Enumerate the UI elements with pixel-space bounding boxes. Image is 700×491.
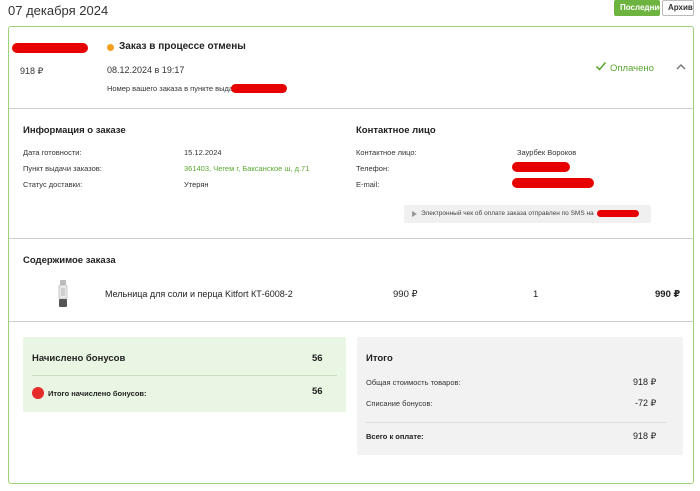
ready-date-label: Дата готовности: bbox=[23, 148, 82, 157]
redacted-order-number bbox=[12, 43, 88, 53]
goods-total-value: 918 ₽ bbox=[633, 377, 657, 387]
product-thumbnail[interactable] bbox=[56, 279, 70, 309]
product-price: 990 ₽ bbox=[393, 289, 418, 300]
pickup-point-link[interactable]: 361403, Чегем г, Баксанское ш, д.71 bbox=[184, 164, 309, 173]
phone-label: Телефон: bbox=[356, 164, 390, 173]
delivery-status-value: Утерян bbox=[184, 180, 209, 189]
delivery-status-label: Статус доставки: bbox=[23, 180, 83, 189]
bonus-panel: Начислено бонусов 56 Итого начислено бон… bbox=[23, 337, 346, 412]
tab-archive[interactable]: Архив bbox=[662, 0, 694, 16]
order-summary[interactable]: 918 ₽ Заказ в процессе отмены 08.12.2024… bbox=[9, 27, 693, 109]
order-info-section: Информация о заказе Дата готовности: 15.… bbox=[9, 110, 693, 239]
order-info-title: Информация о заказе bbox=[23, 125, 126, 136]
status-dot bbox=[107, 44, 114, 51]
order-card: 918 ₽ Заказ в процессе отмены 08.12.2024… bbox=[8, 26, 694, 484]
tab-recent[interactable]: Последние bbox=[614, 0, 664, 16]
redacted-pickup-number bbox=[231, 84, 287, 93]
order-datetime: 08.12.2024 в 19:17 bbox=[107, 65, 185, 75]
paid-status: Оплачено bbox=[610, 63, 654, 74]
bonus-total-label: Итого начислено бонусов: bbox=[48, 389, 147, 398]
pickup-point-label: Пункт выдачи заказов: bbox=[23, 164, 102, 173]
status-title: Заказ в процессе отмены bbox=[119, 41, 246, 52]
sms-receipt-text: Электронный чек об оплате заказа отправл… bbox=[421, 210, 594, 217]
date-header: 07 декабря 2024 bbox=[8, 3, 109, 18]
product-sum: 990 ₽ bbox=[655, 289, 681, 300]
bonus-writeoff-value: -72 ₽ bbox=[635, 398, 657, 408]
contact-person-value: Заурбек Вороков bbox=[517, 148, 577, 157]
order-contents-title: Содержимое заказа bbox=[23, 255, 116, 266]
email-label: E-mail: bbox=[356, 180, 380, 189]
pay-total-value: 918 ₽ bbox=[633, 431, 657, 441]
bonus-total-value: 56 bbox=[312, 386, 323, 397]
bonus-value: 56 bbox=[312, 353, 323, 364]
ready-date-value: 15.12.2024 bbox=[184, 148, 222, 157]
pay-total-label: Всего к оплате: bbox=[366, 432, 424, 441]
totals-panel: Итого Общая стоимость товаров: 918 ₽ Спи… bbox=[357, 337, 683, 455]
bonus-writeoff-label: Списание бонусов: bbox=[366, 399, 433, 408]
contact-title: Контактное лицо bbox=[356, 125, 436, 136]
divider bbox=[366, 422, 666, 423]
goods-total-label: Общая стоимость товаров: bbox=[366, 378, 461, 387]
redacted-email bbox=[512, 178, 594, 188]
product-name[interactable]: Мельница для соли и перца Kitfort КТ-600… bbox=[105, 289, 293, 299]
check-icon bbox=[595, 61, 607, 71]
pickup-number-label: Номер вашего заказа в пункте выдачи: bbox=[107, 84, 244, 93]
contact-person-label: Контактное лицо: bbox=[356, 148, 417, 157]
bonus-badge-icon bbox=[32, 387, 44, 399]
order-price: 918 ₽ bbox=[20, 66, 44, 76]
redacted-phone bbox=[512, 162, 570, 172]
product-quantity: 1 bbox=[533, 289, 539, 300]
play-arrow-icon bbox=[412, 211, 417, 217]
order-contents-section: Содержимое заказа Мельница для соли и пе… bbox=[9, 240, 693, 322]
bonus-title: Начислено бонусов bbox=[32, 353, 126, 364]
totals-title: Итого bbox=[366, 353, 393, 364]
divider bbox=[32, 375, 337, 376]
sms-receipt-notice: Электронный чек об оплате заказа отправл… bbox=[404, 205, 651, 223]
chevron-up-icon[interactable] bbox=[675, 62, 687, 72]
redacted-sms-number bbox=[597, 210, 639, 217]
